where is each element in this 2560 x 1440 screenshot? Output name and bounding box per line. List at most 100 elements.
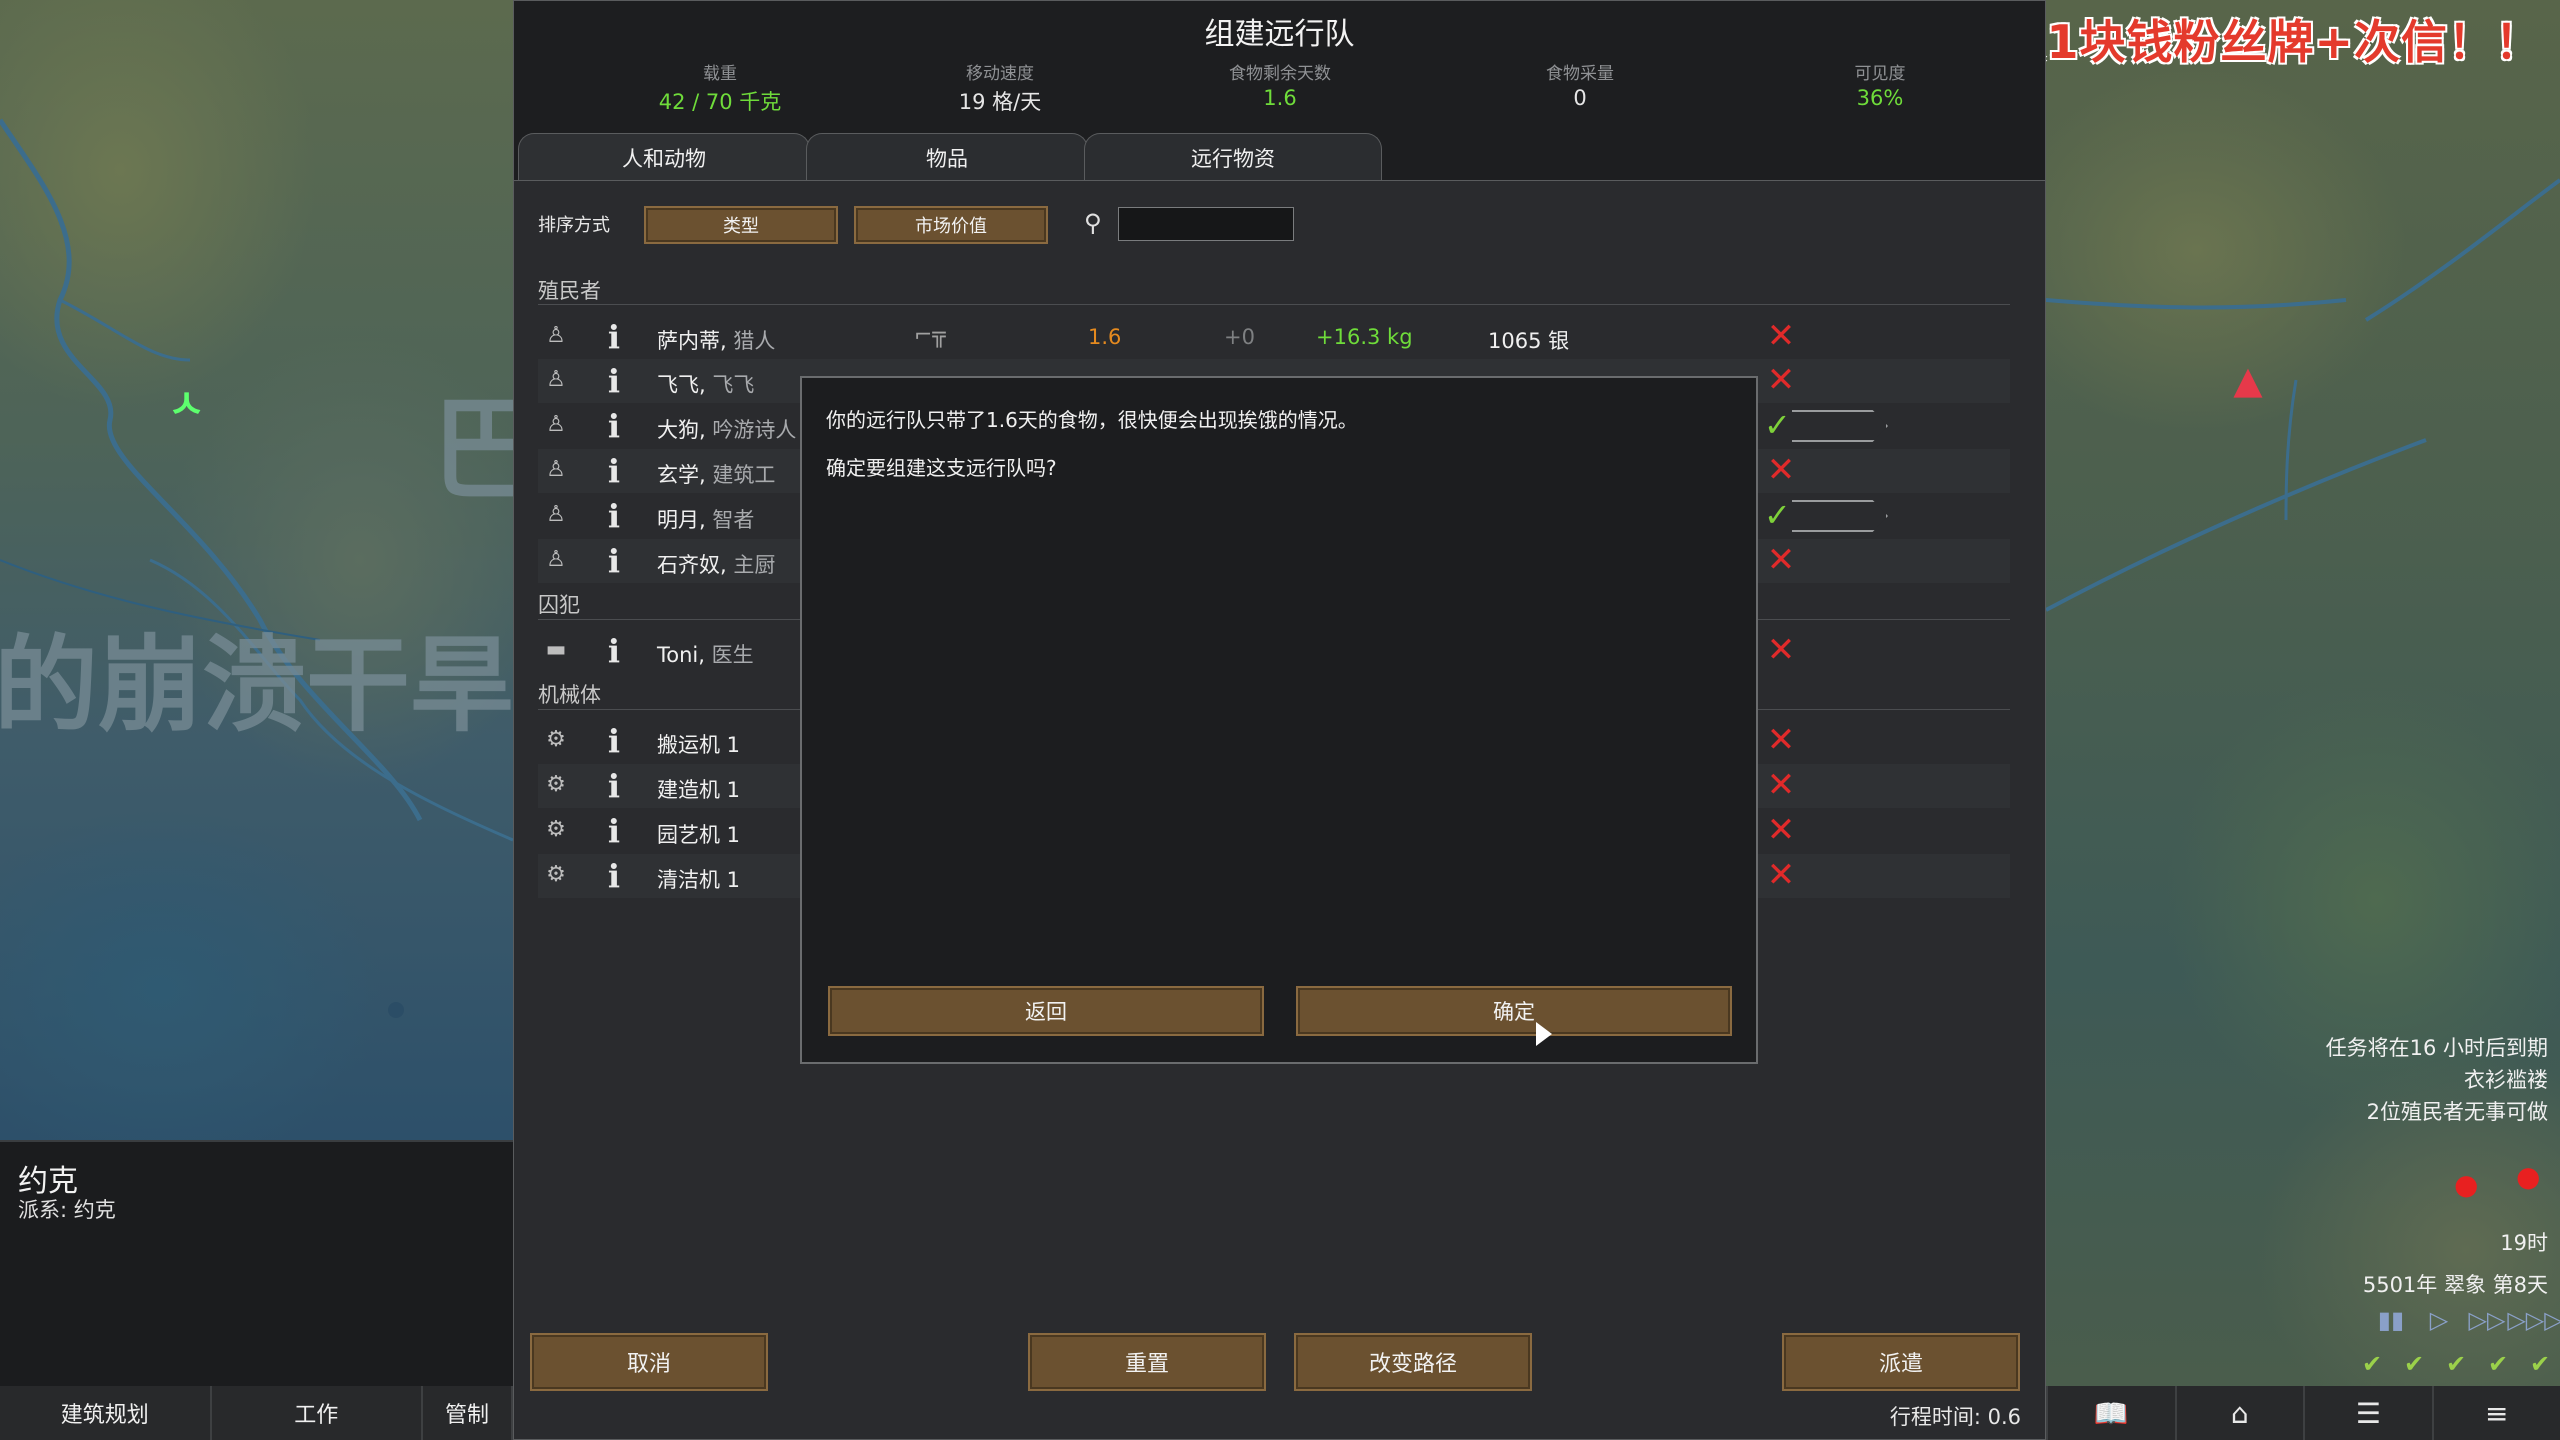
pause-icon[interactable]: ▮▮ — [2374, 1306, 2408, 1334]
pawn-name: 飞飞, 飞飞 — [657, 373, 755, 397]
info-icon[interactable]: i — [602, 813, 626, 849]
toggle-icon[interactable]: ✔ — [2524, 1348, 2556, 1380]
carry-mass: +16.3 kg — [1316, 325, 1413, 349]
toggle-icon[interactable]: ✔ — [2398, 1348, 2430, 1380]
info-icon[interactable]: i — [602, 768, 626, 804]
play-icon[interactable]: ▷ — [2422, 1306, 2456, 1334]
factions-icon[interactable]: ⌂ — [2174, 1386, 2303, 1440]
reset-button[interactable]: 重置 — [1028, 1333, 1266, 1391]
stat-label: 食物采量 — [1546, 64, 1614, 84]
mech-name: 搬运机 1 — [657, 733, 741, 757]
pawn-name-text: 飞飞 — [657, 373, 699, 397]
exclude-icon[interactable]: ✕ — [1764, 723, 1798, 757]
map-toggle-icons: ✔ ✔ ✔ ✔ ✔ — [2356, 1348, 2556, 1380]
search-icon: ⚲ — [1084, 209, 1102, 237]
route-end-icon: ● — [2516, 1160, 2541, 1193]
fast-forward-icon[interactable]: ▷▷ — [2469, 1306, 2506, 1334]
transfer-arrow-slot[interactable] — [1792, 410, 1888, 442]
mech-portrait-icon: ⚙ — [546, 862, 566, 887]
alert-item[interactable]: 任务将在16 小时后到期 — [2326, 1032, 2548, 1064]
send-button[interactable]: 派遣 — [1782, 1333, 2020, 1391]
tab-pawns[interactable]: 人和动物 — [518, 133, 810, 182]
pawn-name-text: Toni — [657, 643, 699, 667]
cancel-button[interactable]: 取消 — [530, 1333, 768, 1391]
sort-market-value-button[interactable]: 市场价值 — [854, 206, 1048, 244]
superfast-icon[interactable]: ▷▷▷ — [2507, 1306, 2560, 1334]
settlement-marker-icon[interactable]: ▲ — [2226, 358, 2270, 402]
history-icon[interactable]: ☰ — [2303, 1386, 2432, 1440]
info-icon[interactable]: i — [602, 408, 626, 444]
mood-change: +0 — [1224, 325, 1255, 349]
pawn-portrait-icon: ▬ — [545, 637, 567, 662]
stat-label: 食物剩余天数 — [1229, 64, 1331, 84]
toggle-icon[interactable]: ✔ — [2482, 1348, 2514, 1380]
tab-restrict[interactable]: 管制 — [423, 1386, 513, 1440]
map-region-label-2: 的崩溃干旱 — [0, 624, 513, 746]
info-icon[interactable]: i — [602, 498, 626, 534]
tab-work[interactable]: 工作 — [211, 1386, 424, 1440]
pawn-name-text: 萨内蒂 — [657, 329, 720, 353]
confirm-button[interactable]: 确定 — [1296, 986, 1732, 1036]
inspect-faction: 派系: 约克 — [18, 1198, 116, 1222]
pawn-name-text: 明月 — [657, 508, 699, 532]
toggle-icon[interactable]: ✔ — [2356, 1348, 2388, 1380]
search-input[interactable] — [1118, 207, 1294, 241]
pawn-name: Toni, 医生 — [657, 643, 754, 667]
market-value: 1065 银 — [1488, 329, 1570, 353]
mech-portrait-icon: ⚙ — [546, 727, 566, 752]
tab-architect[interactable]: 建筑规划 — [0, 1386, 212, 1440]
transfer-arrow-slot[interactable] — [1792, 500, 1888, 532]
exclude-icon[interactable]: ✕ — [1764, 543, 1798, 577]
stat-mass: 载重 42 / 70 千克 — [600, 59, 840, 116]
exclude-icon[interactable]: ✕ — [1764, 858, 1798, 892]
section-divider — [538, 304, 2010, 305]
pawn-portrait-icon: ♙ — [546, 323, 566, 348]
pawn-name-text: 大狗 — [657, 418, 699, 442]
main-tabs-bar: 建筑规划 工作 管制 — [0, 1386, 513, 1440]
pawn-name: 明月, 智者 — [657, 508, 755, 532]
table-row[interactable]: ♙ i 萨内蒂, 猎人 ⌐╦ 1.6 +0 +16.3 kg 1065 银 ✕ — [538, 315, 2010, 359]
tab-items[interactable]: 物品 — [806, 133, 1088, 182]
pawn-role: 建筑工 — [712, 463, 776, 487]
exclude-icon[interactable]: ✕ — [1764, 768, 1798, 802]
exclude-icon[interactable]: ✕ — [1764, 633, 1798, 667]
change-route-button[interactable]: 改变路径 — [1294, 1333, 1532, 1391]
info-icon[interactable]: i — [602, 319, 626, 355]
info-icon[interactable]: i — [602, 543, 626, 579]
tab-travel-supplies[interactable]: 远行物资 — [1084, 133, 1382, 182]
pawn-role: 猎人 — [733, 329, 776, 353]
world-map-left[interactable]: 巴 的崩溃干旱 ㅅ — [0, 0, 513, 1140]
info-icon[interactable]: i — [602, 633, 626, 669]
food-days: 1.6 — [1088, 325, 1122, 349]
info-icon[interactable]: i — [602, 363, 626, 399]
menu-icon[interactable]: ≡ — [2431, 1386, 2560, 1440]
exclude-icon[interactable]: ✕ — [1764, 813, 1798, 847]
pawn-name-text: 玄学 — [657, 463, 699, 487]
pawn-role: 吟游诗人 — [712, 418, 797, 442]
stat-forage: 食物采量 0 — [1460, 59, 1700, 110]
info-icon[interactable]: i — [602, 453, 626, 489]
section-colonists: 殖民者 — [538, 279, 601, 303]
date-readout: 19时 5501年 翠象 第8天 — [2363, 1222, 2548, 1306]
alert-item[interactable]: 2位殖民者无事可做 — [2326, 1096, 2548, 1128]
info-icon[interactable]: i — [602, 723, 626, 759]
exclude-icon[interactable]: ✕ — [1764, 453, 1798, 487]
caravan-map-marker-icon[interactable]: ㅅ — [168, 372, 205, 430]
info-icon[interactable]: i — [602, 858, 626, 894]
map-rivers — [0, 118, 513, 1018]
back-button[interactable]: 返回 — [828, 986, 1264, 1036]
book-icon[interactable]: 📖 — [2046, 1386, 2175, 1440]
stat-visibility: 可见度 36% — [1760, 59, 2000, 110]
mouse-cursor-icon — [1536, 1022, 1552, 1046]
mech-portrait-icon: ⚙ — [546, 772, 566, 797]
exclude-icon[interactable]: ✕ — [1764, 319, 1798, 353]
stat-value: 0 — [1573, 86, 1587, 110]
sort-type-button[interactable]: 类型 — [644, 206, 838, 244]
toggle-icon[interactable]: ✔ — [2440, 1348, 2472, 1380]
clock-date: 5501年 翠象 第8天 — [2362, 1273, 2548, 1297]
clock-hour: 19时 — [2500, 1231, 2548, 1255]
exclude-icon[interactable]: ✕ — [1764, 363, 1798, 397]
alert-item[interactable]: 衣衫褴褛 — [2326, 1064, 2548, 1096]
weapon-icon: ⌐╦ — [914, 323, 946, 348]
world-map-right[interactable]: ▲ ● ● — [2046, 0, 2560, 1386]
